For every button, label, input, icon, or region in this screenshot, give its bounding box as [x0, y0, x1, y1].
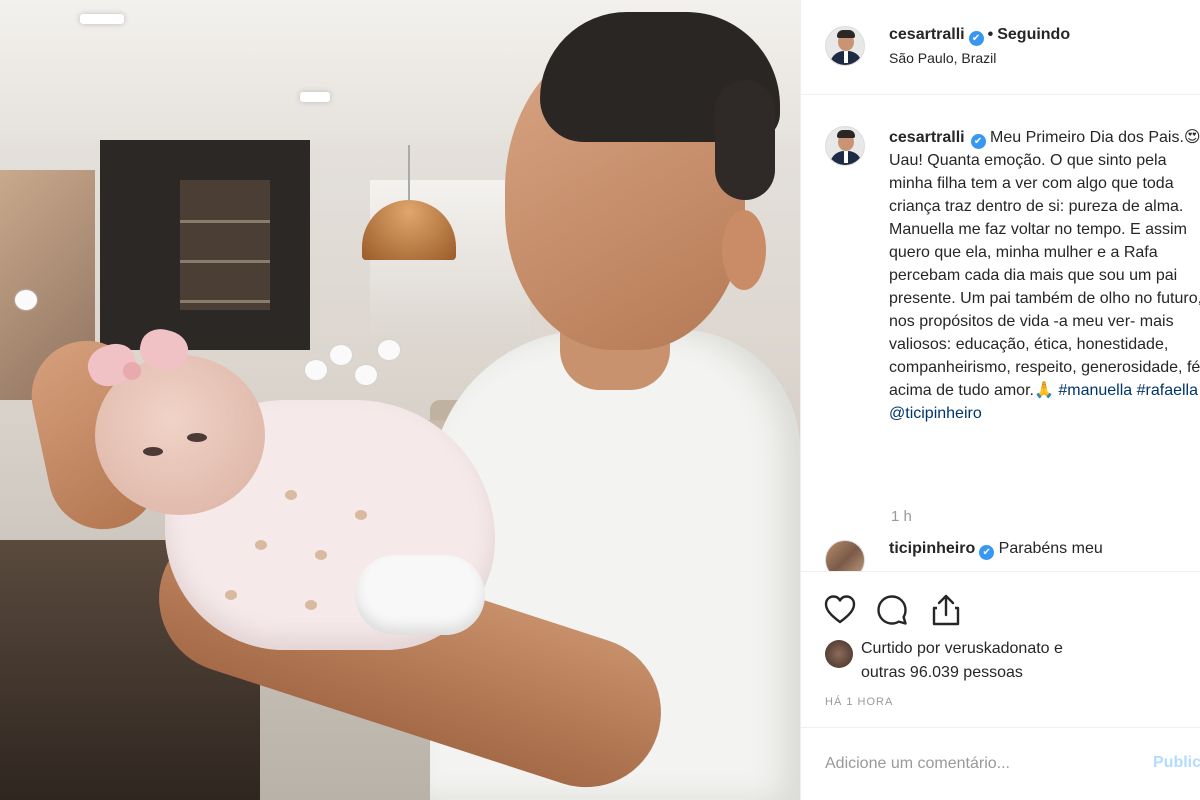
- photo-ceiling-light: [80, 14, 124, 24]
- author-avatar[interactable]: [825, 26, 865, 66]
- verified-badge-icon: ✔: [968, 31, 984, 46]
- reply-username[interactable]: ticipinheiro: [889, 540, 975, 557]
- verified-badge-icon: ✔: [979, 545, 995, 560]
- photo-orchid: [305, 360, 327, 380]
- post-header: cesartralli ✔ • Seguindo São Paulo, Brazil: [801, 0, 1200, 95]
- caption-text: Uau! Quanta emoção. O que sinto pela min…: [889, 152, 1200, 399]
- photo-orchid: [355, 365, 377, 385]
- share-icon[interactable]: [929, 593, 963, 627]
- reply-text: Parabéns meu: [994, 540, 1103, 557]
- author-username[interactable]: cesartralli: [889, 26, 965, 43]
- comments-section[interactable]: cesartralli ✔ Meu Primeiro Dia dos Pais.😍…: [801, 96, 1200, 572]
- add-comment-bar: Publicar: [801, 727, 1200, 800]
- likes-count: outras 96.039 pessoas: [861, 664, 1023, 681]
- caption-username[interactable]: cesartralli: [889, 129, 965, 146]
- likes-line: Curtido por veruskadonato e: [861, 640, 1063, 657]
- publish-button[interactable]: Publicar: [1153, 754, 1200, 772]
- following-button[interactable]: Seguindo: [997, 26, 1070, 43]
- photo-ceiling-light: [300, 92, 330, 102]
- photo-shelf: [180, 180, 270, 310]
- post-panel: cesartralli ✔ • Seguindo São Paulo, Brazil …: [800, 0, 1200, 800]
- photo-man-ear: [722, 210, 766, 290]
- liker-avatar[interactable]: [825, 640, 853, 668]
- verified-badge-icon: ✔: [970, 134, 986, 149]
- heart-icon[interactable]: [823, 593, 857, 627]
- post-timestamp[interactable]: HÁ 1 HORA: [825, 696, 893, 708]
- post-caption: cesartralli ✔ Meu Primeiro Dia dos Pais.😍…: [889, 126, 1200, 425]
- praying-hands-emoji-icon: 🙏: [1033, 382, 1054, 399]
- hashtag-link[interactable]: #rafaella: [1137, 382, 1198, 399]
- comment-icon[interactable]: [875, 593, 909, 627]
- comment-input[interactable]: [825, 752, 1125, 776]
- photo-orchid: [15, 290, 37, 310]
- photo-baby-mitten: [355, 555, 485, 635]
- photo-man-hair: [715, 80, 775, 200]
- photo-lamp-cord: [408, 145, 410, 203]
- hashtag-link[interactable]: #manuella: [1058, 382, 1132, 399]
- heart-eyes-emoji-icon: 😍: [1183, 129, 1200, 146]
- photo-orchid: [378, 340, 400, 360]
- photo-orchid: [330, 345, 352, 365]
- caption-text: Meu Primeiro Dia dos Pais.: [985, 129, 1184, 146]
- caption-avatar[interactable]: [825, 126, 865, 166]
- reply-comment: ticipinheiro ✔ Parabéns meu: [889, 540, 1103, 560]
- reply-avatar[interactable]: [825, 540, 865, 571]
- header-line: cesartralli ✔ • Seguindo: [889, 26, 1070, 46]
- post-photo[interactable]: [0, 0, 800, 800]
- caption-time[interactable]: 1 h: [891, 508, 912, 525]
- photo-baby-bow-knot: [123, 362, 141, 380]
- action-bar: [801, 575, 1200, 635]
- mention-link[interactable]: @ticipinheiro: [889, 405, 982, 422]
- post-location[interactable]: São Paulo, Brazil: [889, 50, 996, 66]
- header-separator: •: [987, 26, 994, 43]
- likes-summary[interactable]: Curtido por veruskadonato e outras 96.03…: [861, 637, 1063, 685]
